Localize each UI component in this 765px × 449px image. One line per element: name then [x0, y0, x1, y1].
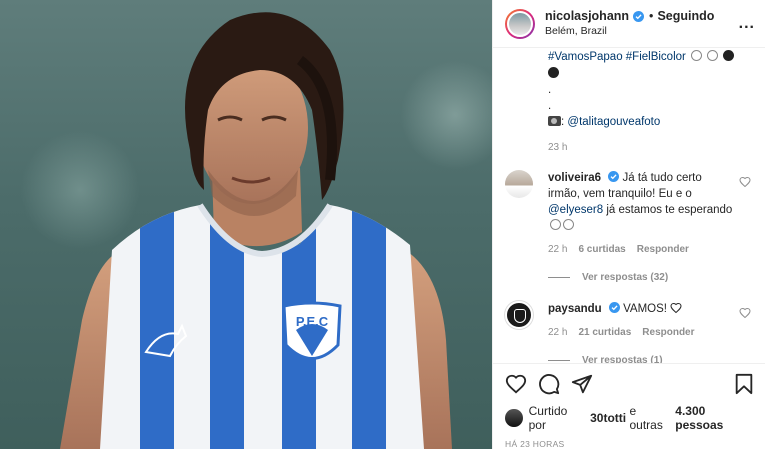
liked-by[interactable]: Curtido por 30totti e outras 4.300 pesso… — [505, 404, 755, 432]
liker-username[interactable]: 30totti — [590, 411, 626, 425]
more-options-icon[interactable]: ... — [739, 15, 755, 33]
liker-avatar[interactable] — [505, 409, 523, 427]
heart-emoji-icon — [670, 302, 682, 314]
comment-likes[interactable]: 21 curtidas — [578, 325, 631, 341]
instagram-post: P.E.C nicolasjohann • Seguindo Belém, Br… — [0, 0, 765, 449]
comment-time: 22 h — [548, 244, 568, 255]
view-replies-button[interactable]: Ver respostas (1) — [548, 355, 751, 363]
caption-hashtags[interactable]: #VamosPapao #FielBicolor — [548, 51, 686, 63]
heart-icon[interactable] — [505, 373, 527, 395]
comment-time: 22 h — [548, 327, 568, 338]
verified-badge-icon — [633, 10, 645, 22]
reply-button[interactable]: Responder — [637, 242, 689, 258]
caption-dot-line: . — [548, 84, 552, 96]
like-comment-heart-icon[interactable] — [739, 176, 751, 188]
post-header: nicolasjohann • Seguindo Belém, Brazil .… — [493, 0, 765, 48]
view-replies-button[interactable]: Ver respostas (32) — [548, 272, 751, 283]
commenter-avatar[interactable] — [505, 301, 533, 329]
comment: paysandu VAMOS! 22 h 21 curtidas Respond… — [505, 301, 751, 341]
caption-dot-line: . — [548, 100, 552, 112]
following-button[interactable]: Seguindo — [657, 9, 714, 24]
commenter-username[interactable]: paysandu — [548, 303, 602, 315]
author-username[interactable]: nicolasjohann — [545, 9, 629, 24]
caption: #VamosPapao #FielBicolor . . : @talitago… — [505, 49, 751, 156]
comment-mention[interactable]: @elyeser8 — [548, 204, 603, 216]
comment-text: VAMOS! — [623, 303, 671, 315]
player-illustration: P.E.C — [60, 12, 452, 449]
post-photo[interactable]: P.E.C — [0, 0, 492, 449]
white-circle-emoji-icon — [707, 50, 719, 61]
black-circle-emoji-icon — [723, 50, 735, 61]
comment: voliveira6 Já tá tudo certo irmão, vem t… — [505, 170, 751, 258]
likes-count[interactable]: 4.300 pessoas — [675, 404, 755, 432]
comment-icon[interactable] — [538, 373, 560, 395]
caption-time: 23 h — [548, 142, 568, 153]
black-circle-emoji-icon — [548, 67, 559, 78]
eyes-emoji-icon — [563, 219, 574, 230]
jersey-crest-text: P.E.C — [296, 314, 329, 329]
white-circle-emoji-icon — [691, 50, 703, 61]
post-sidebar: nicolasjohann • Seguindo Belém, Brazil .… — [492, 0, 765, 449]
verified-badge-icon — [608, 171, 620, 182]
commenter-avatar[interactable] — [505, 170, 533, 198]
comment-text: já estamos te esperando — [603, 204, 733, 216]
camera-emoji-icon — [548, 116, 561, 126]
share-icon[interactable] — [571, 373, 593, 395]
like-comment-heart-icon[interactable] — [739, 307, 751, 319]
post-location[interactable]: Belém, Brazil — [545, 24, 739, 39]
post-actions: Curtido por 30totti e outras 4.300 pesso… — [493, 363, 765, 449]
header-separator: • — [649, 8, 654, 23]
reply-button[interactable]: Responder — [642, 325, 694, 341]
photo-credit-mention[interactable]: @talitagouveafoto — [567, 116, 660, 128]
bookmark-icon[interactable] — [733, 373, 755, 395]
comment-likes[interactable]: 6 curtidas — [578, 242, 625, 258]
post-timestamp[interactable]: HÁ 23 HORAS — [505, 439, 755, 449]
speech-bubble-emoji-icon — [550, 219, 561, 230]
comments-list[interactable]: #VamosPapao #FielBicolor . . : @talitago… — [493, 49, 765, 363]
commenter-username[interactable]: voliveira6 — [548, 172, 601, 184]
author-avatar[interactable] — [505, 8, 535, 39]
verified-badge-icon — [608, 302, 620, 313]
